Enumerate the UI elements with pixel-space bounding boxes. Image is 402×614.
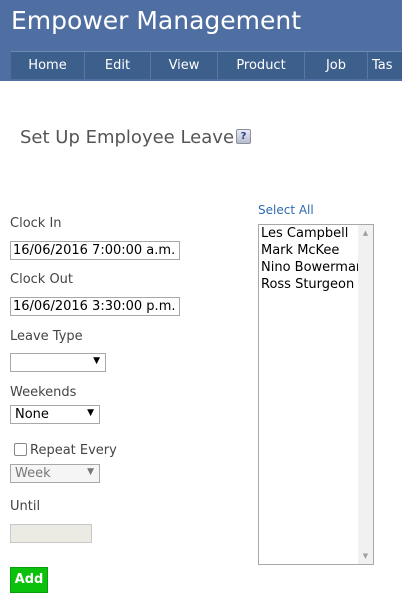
app-title: Empower Management — [11, 6, 302, 35]
nav-item-view[interactable]: View — [151, 52, 218, 79]
leave-type-select[interactable]: ▼ — [10, 353, 106, 372]
clock-in-input[interactable]: 16/06/2016 7:00:00 a.m. — [10, 241, 180, 260]
nav-item-edit[interactable]: Edit — [85, 52, 151, 79]
scroll-up-icon[interactable]: ▲ — [358, 229, 373, 237]
dropdown-arrow-icon: ▼ — [93, 356, 100, 366]
clock-out-label: Clock Out — [10, 272, 74, 287]
nav-item-home[interactable]: Home — [11, 52, 85, 79]
weekends-label: Weekends — [10, 385, 77, 400]
nav-item-job[interactable]: Job — [305, 52, 368, 79]
select-all-link[interactable]: Select All — [258, 203, 314, 217]
list-item[interactable]: Nino Bowerman — [261, 260, 364, 275]
until-label: Until — [10, 499, 41, 514]
repeat-checkbox[interactable] — [14, 443, 27, 456]
add-button[interactable]: Add — [10, 567, 48, 593]
nav-item-product[interactable]: Product — [218, 52, 305, 79]
clock-out-input[interactable]: 16/06/2016 3:30:00 p.m. — [10, 297, 180, 316]
scroll-down-icon[interactable]: ▼ — [358, 552, 373, 560]
leave-type-label: Leave Type — [10, 329, 83, 344]
help-question-icon[interactable]: ? — [236, 129, 251, 144]
repeat-interval-value: Week — [15, 466, 51, 481]
clock-in-label: Clock In — [10, 216, 62, 231]
nav-bar: Home Edit View Product Job Tas — [11, 51, 402, 79]
weekends-value: None — [15, 407, 49, 422]
list-item[interactable]: Les Campbell — [261, 226, 348, 241]
until-input[interactable] — [10, 524, 92, 543]
repeat-interval-select[interactable]: Week ▼ — [10, 464, 100, 483]
repeat-label: Repeat Every — [30, 443, 117, 458]
list-item[interactable]: Mark McKee — [261, 243, 339, 258]
nav-item-tasks[interactable]: Tas — [368, 52, 402, 79]
weekends-select[interactable]: None ▼ — [10, 405, 100, 424]
listbox-scrollbar[interactable]: ▲ ▼ — [358, 225, 373, 564]
list-item[interactable]: Ross Sturgeon — [261, 277, 354, 292]
dropdown-arrow-icon: ▼ — [87, 467, 94, 477]
employee-listbox[interactable]: Les Campbell Mark McKee Nino Bowerman Ro… — [258, 224, 374, 565]
dropdown-arrow-icon: ▼ — [87, 408, 94, 418]
page-title: Set Up Employee Leave — [20, 127, 235, 148]
app-header: Empower Management Home Edit View Produc… — [0, 0, 402, 81]
